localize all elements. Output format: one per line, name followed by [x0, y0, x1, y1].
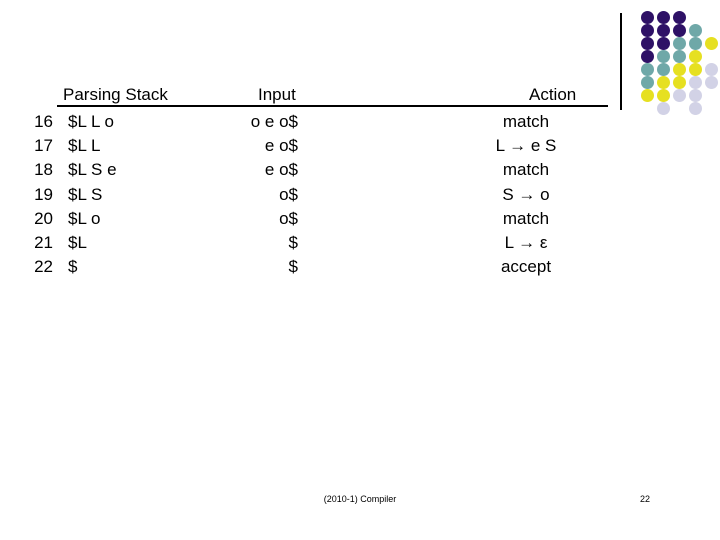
parsing-stack-cell: $L — [68, 232, 87, 252]
parsing-stack-cell: $L S — [68, 184, 103, 204]
decorative-dot — [641, 37, 654, 50]
action-cell: accept — [500, 257, 552, 277]
decorative-dot — [705, 37, 718, 50]
decorative-dot — [673, 50, 686, 63]
action-cell: match — [502, 160, 550, 180]
decorative-dot — [689, 50, 702, 63]
table-row: 16 $L L o o e o$ match — [0, 110, 720, 134]
parsing-stack-cell: $L L — [68, 136, 101, 156]
header-underline — [57, 105, 608, 107]
column-header-parsing-stack: Parsing Stack — [63, 85, 168, 104]
parsing-stack-cell: $L S e — [68, 160, 117, 180]
table-row: 20 $L o o$ match — [0, 207, 720, 231]
row-number-cell: 17 — [34, 136, 53, 156]
action-cell: match — [502, 208, 550, 228]
row-number-cell: 18 — [34, 160, 53, 180]
decorative-dot — [641, 50, 654, 63]
decorative-dot — [673, 37, 686, 50]
parsing-stack-cell: $L L o — [68, 112, 115, 131]
decorative-dot — [705, 63, 718, 76]
input-cell: e o$ — [264, 160, 298, 180]
input-cell: e o$ — [264, 136, 298, 156]
row-number-cell: 21 — [34, 232, 53, 252]
column-header-action: Action — [529, 85, 577, 104]
table-body: 16 $L L oo e o$ match 17 $L Le o$ L → e S 18 $L… — [0, 110, 720, 279]
decorative-dot — [641, 24, 654, 37]
decorative-dot — [657, 11, 670, 24]
decorative-dot — [689, 37, 702, 50]
decorative-dot — [657, 50, 670, 63]
action-cell: L → e S — [495, 136, 557, 156]
row-number-cell: 19 — [34, 184, 53, 204]
table-row: 19 $L S o$ S → o — [0, 183, 720, 207]
input-cell: o$ — [279, 184, 298, 204]
table-row: 22 $ $ accept — [0, 255, 720, 279]
table-row: 18 $L S e e o$ match — [0, 158, 720, 182]
table-row: 17 $L L e o$ L → e S — [0, 134, 720, 158]
table-header-row: Parsing Stack Input Action — [0, 86, 720, 110]
parsing-stack-cell: $L o — [68, 208, 101, 228]
parsing-stack-cell: $ — [68, 257, 78, 277]
decorative-dot — [673, 63, 686, 76]
decorative-dot — [657, 37, 670, 50]
decorative-dot — [641, 63, 654, 76]
input-cell: o e o$ — [250, 112, 298, 131]
decorative-dot — [657, 24, 670, 37]
decorative-dot — [689, 24, 702, 37]
decorative-dot — [689, 63, 702, 76]
column-header-input: Input — [258, 85, 296, 104]
action-cell: match — [502, 112, 550, 131]
input-cell: $ — [288, 232, 298, 252]
row-number-cell: 22 — [34, 257, 53, 277]
decorative-dot — [673, 11, 686, 24]
decorative-dot — [673, 24, 686, 37]
input-cell: o$ — [279, 208, 298, 228]
action-cell: S → o — [502, 184, 550, 204]
row-number-cell: 16 — [34, 112, 53, 131]
decorative-dot — [641, 11, 654, 24]
table-row: 21 $L $ L → ε — [0, 231, 720, 255]
footer-course-label: (2010-1) Compiler — [323, 494, 397, 504]
slide-page-number: 22 — [640, 494, 651, 504]
input-cell: $ — [288, 257, 298, 277]
row-number-cell: 20 — [34, 208, 53, 228]
decorative-dot — [657, 63, 670, 76]
slide: Parsing Stack Input Action 16 $L L o o e o… — [0, 0, 720, 540]
action-cell: L → ε — [504, 232, 548, 252]
